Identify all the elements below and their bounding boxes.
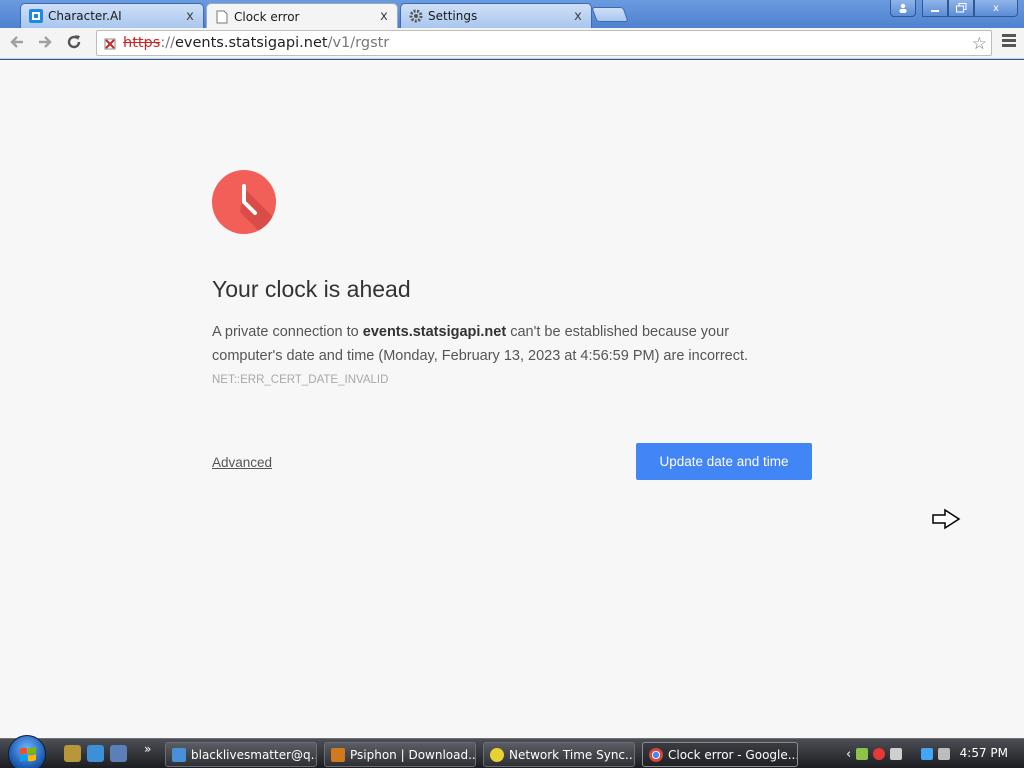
arrow-right-icon (39, 36, 52, 48)
mouse-cursor-icon (931, 508, 961, 533)
browser-toolbar: https://events.statsigapi.net/v1/rgstr ☆ (0, 28, 1024, 59)
url-separator: :// (160, 35, 175, 51)
url-scheme: https (123, 35, 161, 51)
message-host: events.statsigapi.net (362, 324, 507, 340)
taskbar-item-label: Psiphon | Download... (350, 747, 476, 762)
taskbar-item[interactable]: Clock error - Google... (642, 742, 798, 767)
page-icon (215, 10, 229, 24)
tab-close-icon[interactable]: x (377, 9, 391, 24)
quick-launch (64, 745, 127, 762)
quick-launch-icon[interactable] (64, 745, 81, 762)
taskbar-clock[interactable]: 4:57 PM (960, 746, 1008, 760)
address-bar[interactable]: https://events.statsigapi.net/v1/rgstr ☆ (96, 30, 992, 56)
arrow-left-icon (10, 36, 23, 48)
url-path: /v1/rgstr (327, 35, 390, 51)
interstitial-page: Your clock is ahead A private connection… (0, 60, 1024, 738)
advanced-link[interactable]: Advanced (212, 455, 272, 470)
tab-character-ai[interactable]: Character.AI x (20, 3, 204, 28)
psiphon-icon (331, 747, 345, 762)
tray-icon[interactable] (890, 748, 903, 760)
restore-button[interactable] (948, 0, 974, 17)
minimize-button[interactable] (922, 0, 948, 17)
tab-settings[interactable]: Settings x (400, 3, 592, 28)
menu-icon[interactable] (1002, 34, 1016, 49)
browser-tab-strip: Character.AI x Clock error x Settings x … (0, 0, 1024, 29)
reload-icon (67, 35, 81, 49)
page-title: Your clock is ahead (212, 276, 411, 302)
clock-icon (212, 170, 276, 234)
show-desktop-icon[interactable] (110, 745, 127, 762)
tab-clock-error[interactable]: Clock error x (206, 3, 398, 29)
network-icon[interactable] (921, 748, 934, 760)
tab-label: Clock error (234, 9, 300, 24)
tab-close-icon[interactable]: x (183, 9, 197, 24)
close-window-button[interactable]: x (974, 0, 1018, 17)
taskbar-item[interactable]: blacklivesmatter@q... (165, 742, 317, 767)
windows-logo-icon (20, 747, 36, 762)
back-button[interactable] (6, 33, 28, 53)
tab-label: Settings (428, 9, 478, 23)
quick-launch-icon[interactable] (87, 745, 104, 762)
profile-icon[interactable] (890, 0, 916, 17)
url-host: events.statsigapi.net (174, 35, 328, 51)
tray-expand-icon[interactable]: ‹ (846, 747, 851, 762)
taskbar-item[interactable]: Network Time Sync... (483, 742, 635, 767)
bookmark-star-icon[interactable]: ☆ (972, 34, 987, 54)
app-icon (172, 747, 186, 762)
chrome-icon (649, 747, 663, 762)
window-controls: x (890, 0, 1018, 17)
network-time-icon (490, 747, 504, 762)
taskbar: » blacklivesmatter@q... Psiphon | Downlo… (0, 735, 1024, 768)
close-icon: x (993, 2, 999, 14)
start-button[interactable] (8, 735, 46, 768)
message-text: A private connection to (212, 324, 363, 340)
taskbar-item-label: Clock error - Google... (668, 747, 798, 762)
taskbar-item-label: blacklivesmatter@q... (191, 747, 317, 762)
broken-lock-icon[interactable] (103, 35, 121, 51)
tab-close-icon[interactable]: x (571, 9, 585, 24)
update-date-time-button[interactable]: Update date and time (636, 443, 812, 480)
volume-icon[interactable] (938, 748, 951, 760)
error-code: NET::ERR_CERT_DATE_INVALID (212, 374, 389, 386)
forward-button[interactable] (34, 33, 56, 53)
gear-icon (409, 9, 423, 23)
tray-icon[interactable] (856, 748, 869, 760)
chevron-icon[interactable]: » (144, 742, 151, 756)
tab-label: Character.AI (48, 9, 122, 23)
tray-icon[interactable] (873, 748, 886, 760)
new-tab-button[interactable] (591, 7, 629, 22)
reload-button[interactable] (63, 33, 85, 53)
taskbar-item-label: Network Time Sync... (509, 747, 635, 762)
character-ai-icon (29, 9, 43, 23)
error-message: A private connection to events.statsigap… (212, 320, 772, 368)
taskbar-item[interactable]: Psiphon | Download... (324, 742, 476, 767)
